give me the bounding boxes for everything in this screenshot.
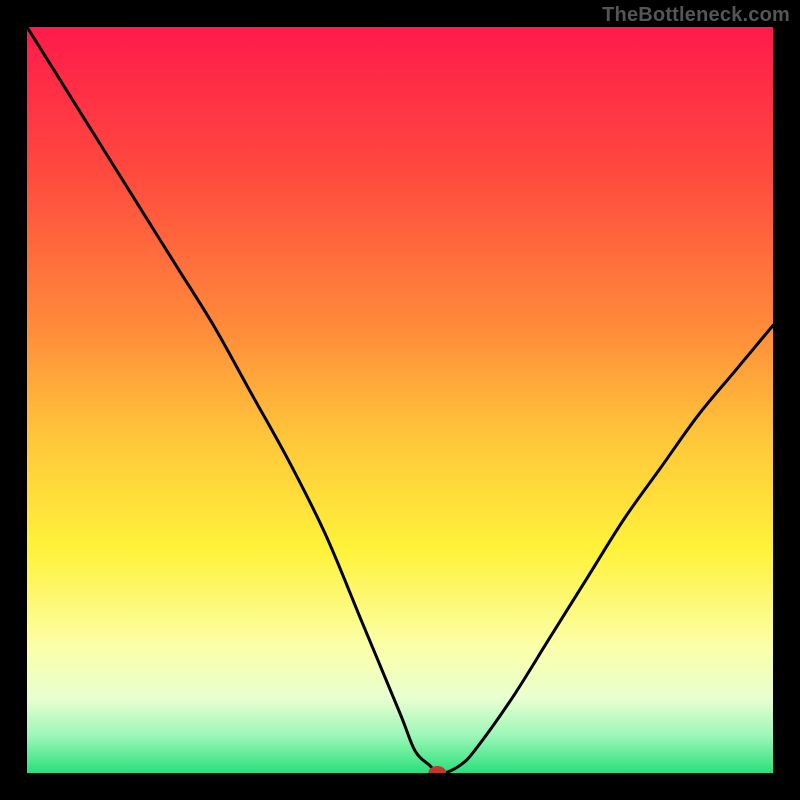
bottleneck-chart-svg [27, 27, 773, 773]
chart-stage: TheBottleneck.com [0, 0, 800, 800]
watermark-text: TheBottleneck.com [602, 4, 790, 27]
plot-area [27, 27, 773, 773]
gradient-background [27, 27, 773, 773]
